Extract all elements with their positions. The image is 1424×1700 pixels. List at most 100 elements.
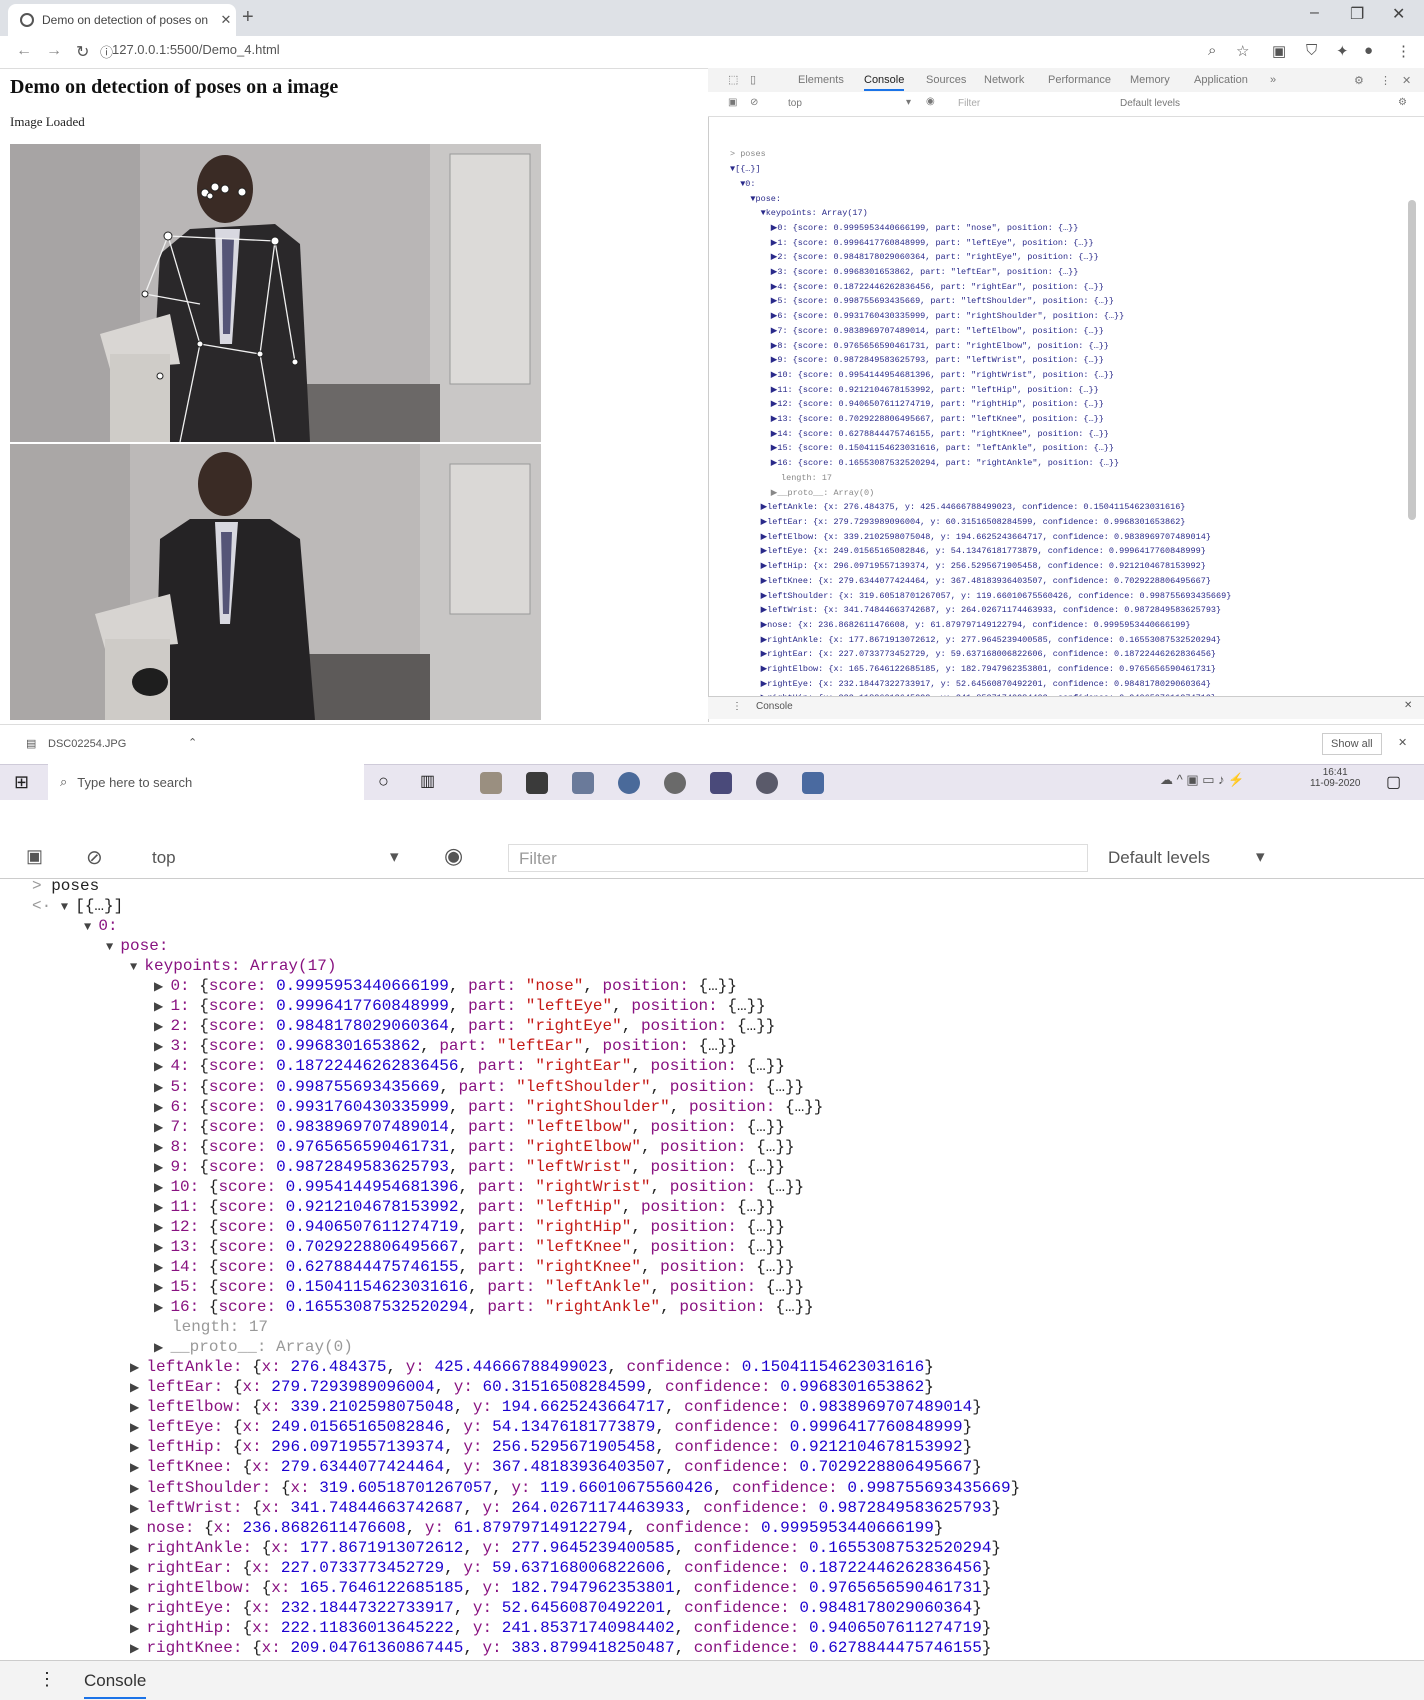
expand-triangle-icon[interactable]: ▶ [154, 1060, 170, 1074]
taskbar-search[interactable]: ⌕ Type here to search [48, 764, 364, 800]
clear-console-icon[interactable]: ⊘ [750, 97, 758, 108]
tab-elements[interactable]: Elements [798, 74, 844, 86]
filter-input[interactable]: Filter [508, 844, 1088, 872]
sidebar-toggle-icon[interactable]: ▣ [26, 846, 43, 867]
system-tray-icons[interactable]: ☁ ^ ▣ ▭ ♪ ⚡ [1160, 772, 1244, 788]
tab-application[interactable]: Application [1194, 74, 1248, 86]
drawer-menu-icon[interactable]: ⋮ [732, 701, 742, 712]
back-icon[interactable]: ← [16, 42, 32, 60]
collapse-triangle-icon[interactable]: ▼ [84, 920, 98, 934]
tab-memory[interactable]: Memory [1130, 74, 1170, 86]
tab-console[interactable]: Console [864, 74, 905, 91]
context-select[interactable]: top [152, 848, 176, 868]
extension-icon[interactable]: ▣ [1272, 42, 1286, 60]
expand-triangle-icon[interactable]: ▶ [154, 1241, 170, 1255]
settings-gear-icon[interactable]: ⚙ [1354, 74, 1364, 87]
expand-triangle-icon[interactable]: ▶ [154, 1281, 170, 1295]
expand-triangle-icon[interactable]: ▶ [130, 1582, 146, 1596]
search-icon[interactable]: ⌕ [1208, 42, 1216, 59]
clear-console-icon[interactable]: ⊘ [86, 845, 103, 870]
expand-triangle-icon[interactable]: ▶ [154, 1221, 170, 1235]
drawer-tab-console[interactable]: Console [756, 701, 793, 712]
expand-triangle-icon[interactable]: ▶ [154, 1141, 170, 1155]
sidebar-toggle-icon[interactable]: ▣ [728, 97, 737, 108]
forward-icon[interactable]: → [46, 42, 62, 60]
expand-triangle-icon[interactable]: ▶ [130, 1522, 146, 1536]
device-icon[interactable]: ▯ [750, 73, 756, 86]
expand-triangle-icon[interactable]: ▶ [130, 1441, 146, 1455]
expand-triangle-icon[interactable]: ▶ [154, 1040, 170, 1054]
taskbar-clock[interactable]: 16:41 11-09-2020 [1310, 767, 1360, 789]
context-dropdown-icon[interactable]: ▾ [906, 97, 911, 108]
more-tabs-icon[interactable]: » [1270, 74, 1276, 86]
expand-triangle-icon[interactable]: ▶ [130, 1361, 146, 1375]
expand-triangle-icon[interactable]: ▶ [154, 1020, 170, 1034]
cortana-icon[interactable]: ○ [378, 771, 389, 792]
close-drawer-icon[interactable]: ✕ [1404, 700, 1412, 711]
edge-icon[interactable] [618, 772, 640, 794]
expand-triangle-icon[interactable]: ▶ [130, 1502, 146, 1516]
collapse-triangle-icon[interactable]: ▼ [130, 960, 144, 974]
drawer-menu-icon[interactable]: ⋮ [38, 1669, 56, 1690]
bookmark-star-icon[interactable]: ☆ [1236, 42, 1249, 60]
browser-app-icon[interactable] [756, 772, 778, 794]
live-expression-eye-icon[interactable]: ◉ [444, 843, 463, 869]
file-explorer-icon[interactable] [480, 772, 502, 794]
filter-input[interactable]: Filter [958, 98, 980, 109]
mail-icon[interactable] [572, 772, 594, 794]
tab-sources[interactable]: Sources [926, 74, 966, 86]
minimize-icon[interactable]: – [1310, 4, 1319, 22]
levels-select[interactable]: Default levels [1108, 848, 1210, 868]
levels-select[interactable]: Default levels [1120, 98, 1180, 109]
windows-start-icon[interactable]: ⊞ [14, 772, 29, 793]
expand-triangle-icon[interactable]: ▶ [130, 1421, 146, 1435]
app-icon[interactable] [710, 772, 732, 794]
vscode-icon[interactable] [802, 772, 824, 794]
console-scrollbar[interactable] [1408, 200, 1416, 520]
expand-triangle-icon[interactable]: ▶ [130, 1622, 146, 1636]
expand-triangle-icon[interactable]: ▶ [154, 1201, 170, 1215]
download-chevron-icon[interactable]: ⌃ [188, 736, 197, 749]
collapse-triangle-icon[interactable]: ▼ [106, 940, 120, 954]
expand-triangle-icon[interactable]: ▶ [130, 1381, 146, 1395]
reload-icon[interactable]: ↻ [76, 42, 89, 62]
expand-triangle-icon[interactable]: ▶ [154, 1121, 170, 1135]
expand-triangle-icon[interactable]: ▶ [130, 1642, 146, 1656]
taskbar-search-input[interactable]: Type here to search [77, 775, 192, 790]
puzzle-icon[interactable]: ✦ [1336, 42, 1349, 60]
close-download-bar-icon[interactable]: ✕ [1398, 736, 1407, 749]
context-dropdown-icon[interactable]: ▾ [390, 847, 399, 867]
expand-triangle-icon[interactable]: ▶ [154, 1301, 170, 1315]
expand-triangle-icon[interactable]: ▶ [130, 1401, 146, 1415]
profile-icon[interactable]: ● [1364, 42, 1373, 59]
live-expression-eye-icon[interactable]: ◉ [926, 96, 935, 107]
expand-triangle-icon[interactable]: ▶ [130, 1482, 146, 1496]
tab-network[interactable]: Network [984, 74, 1024, 86]
notification-icon[interactable]: ▢ [1386, 772, 1401, 792]
maximize-icon[interactable]: ❐ [1350, 4, 1364, 24]
console-settings-icon[interactable]: ⚙ [1398, 97, 1407, 108]
expand-triangle-icon[interactable]: ▶ [154, 980, 170, 994]
expand-triangle-icon[interactable]: ▶ [154, 1341, 170, 1355]
store-icon[interactable] [526, 772, 548, 794]
collapse-triangle-icon[interactable]: ▼ [61, 900, 75, 914]
expand-triangle-icon[interactable]: ▶ [154, 1161, 170, 1175]
new-tab-icon[interactable]: + [242, 6, 254, 29]
expand-triangle-icon[interactable]: ▶ [154, 1081, 170, 1095]
menu-dots-icon[interactable]: ⋮ [1396, 42, 1411, 60]
expand-triangle-icon[interactable]: ▶ [130, 1602, 146, 1616]
chrome-icon[interactable] [664, 772, 686, 794]
expand-triangle-icon[interactable]: ▶ [130, 1542, 146, 1556]
download-filename[interactable]: DSC02254.JPG [48, 738, 126, 750]
tab-performance[interactable]: Performance [1048, 74, 1111, 86]
expand-triangle-icon[interactable]: ▶ [154, 1181, 170, 1195]
close-devtools-icon[interactable]: ✕ [1402, 74, 1411, 87]
expand-triangle-icon[interactable]: ▶ [154, 1101, 170, 1115]
close-window-icon[interactable]: ✕ [1392, 4, 1405, 24]
devtools-menu-icon[interactable]: ⋮ [1380, 74, 1391, 87]
levels-dropdown-icon[interactable]: ▾ [1256, 847, 1265, 867]
expand-triangle-icon[interactable]: ▶ [130, 1461, 146, 1475]
context-select[interactable]: top [788, 98, 802, 109]
expand-triangle-icon[interactable]: ▶ [154, 1000, 170, 1014]
url-field[interactable]: 127.0.0.1:5500/Demo_4.html [112, 42, 280, 57]
